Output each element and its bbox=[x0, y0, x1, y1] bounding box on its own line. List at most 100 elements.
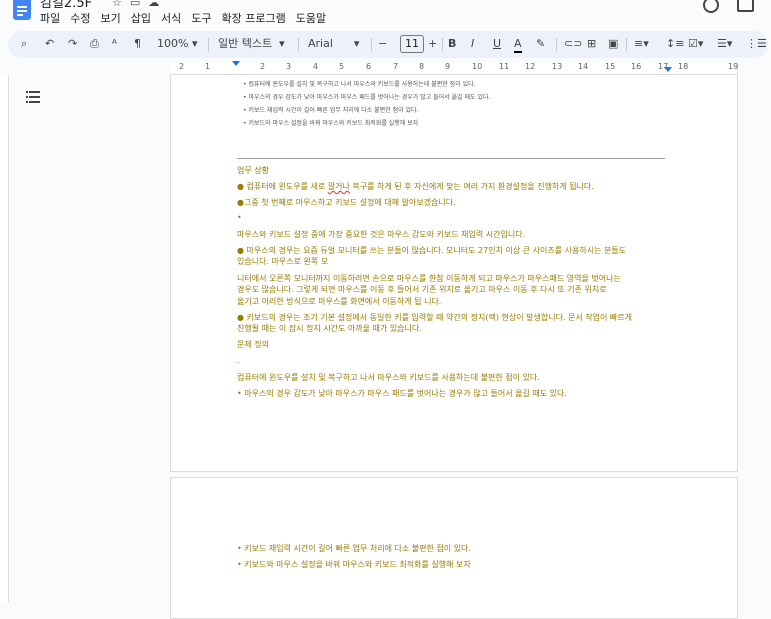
list-item-text: 컴퓨터에 윈도우를 설치 및 복구하고 나서 마우스와 키보드를 사용하는데 불… bbox=[248, 81, 476, 88]
menu-bar: 파일 수정 보기 삽입 서식 도구 확장 프로그램 도움말 bbox=[40, 10, 336, 26]
horizontal-ruler: 2 1 2 3 4 5 6 7 8 9 10 11 12 13 14 15 16… bbox=[170, 61, 739, 75]
font-value: Arial bbox=[308, 37, 333, 50]
decrease-font-size-button[interactable]: − bbox=[378, 37, 387, 51]
paragraph: ●그중 첫 번째로 마우스하고 키보드 설정에 대해 알아보겠습니다. bbox=[237, 198, 456, 207]
paragraph: ● 컴퓨터에 윈도우를 새로 깔거나 복구를 하게 된 후 자신에게 맞는 여러… bbox=[237, 181, 594, 192]
divider bbox=[298, 38, 299, 51]
menu-format[interactable]: 서식 bbox=[161, 12, 181, 25]
divider bbox=[208, 38, 209, 51]
paragraph: 경우도 많습니다. 그렇게 되면 마우스를 이동 후 들어서 기존 위치로 옮기… bbox=[237, 285, 607, 294]
divider bbox=[626, 38, 627, 51]
ruler-number: 16 bbox=[631, 62, 642, 71]
list-item-text: 마우스의 경우 감도가 낮아 마우스가 마우스 패드를 벗어나는 경우가 많고 … bbox=[248, 94, 491, 101]
style-value: 일반 텍스트 bbox=[218, 37, 273, 50]
paragraph: • 키보드 재입력 시간이 길어 빠른 업무 처리에 다소 불편한 점이 있다. bbox=[237, 544, 471, 553]
paragraph: ● 키보드의 경우는 조기 기본 설정에서 동일한 키를 입력할 때 약간의 정… bbox=[237, 313, 633, 322]
ruler-number: 12 bbox=[525, 62, 536, 71]
zoom-select[interactable]: 100% ▾ bbox=[157, 37, 197, 51]
paragraph: 옮기고 이러한 방식으로 마우스를 화면에서 이동하게 됩 니다. bbox=[237, 297, 442, 306]
link-icon[interactable]: ⊂⊃ bbox=[564, 37, 582, 51]
ruler-number: 14 bbox=[578, 62, 589, 71]
insert-image-icon[interactable]: ▣ bbox=[608, 37, 618, 51]
menu-edit[interactable]: 수정 bbox=[70, 12, 90, 25]
add-comment-icon[interactable]: ⊞ bbox=[587, 37, 596, 51]
ruler-number: 3 bbox=[286, 62, 292, 71]
italic-button[interactable]: I bbox=[471, 37, 474, 51]
divider bbox=[442, 38, 443, 51]
list-item: • 키보드 재입력 시간이 길어 빠른 업무 처리에 다소 불편한 점이 있다. bbox=[243, 107, 419, 114]
divider bbox=[556, 38, 557, 51]
ruler-number: 5 bbox=[339, 62, 345, 71]
list-item: • 컴퓨터에 윈도우를 설치 및 복구하고 나서 마우스와 키보드를 사용하는데… bbox=[243, 81, 476, 88]
checklist-icon[interactable]: ☑▾ bbox=[688, 37, 703, 51]
ruler-number: 10 bbox=[472, 62, 483, 71]
paragraph: 마우스와 키보드 설정 중에 가장 중요한 것은 마우스 감도와 키보드 재입력… bbox=[237, 230, 526, 239]
ruler-number: 8 bbox=[419, 62, 425, 71]
paint-format-icon[interactable]: ¶ bbox=[134, 37, 141, 51]
ruler-number: 9 bbox=[445, 62, 451, 71]
version-history-icon[interactable] bbox=[703, 0, 719, 13]
star-icon[interactable]: ☆ bbox=[112, 0, 130, 9]
search-icon[interactable]: ⌕ bbox=[21, 37, 27, 51]
font-size-input[interactable]: 11 bbox=[400, 35, 424, 53]
line-spacing-icon[interactable]: ↕≡ bbox=[666, 37, 684, 51]
first-line-indent-handle[interactable] bbox=[232, 61, 240, 66]
spellcheck-icon[interactable]: ᴬ bbox=[112, 37, 117, 51]
paragraph: 진행될 때는 이 잠시 정지 시간도 아까울 때가 있습니다. bbox=[237, 324, 422, 333]
ruler-number: 4 bbox=[313, 62, 319, 71]
print-icon[interactable]: ⎙ bbox=[90, 37, 99, 51]
comments-icon[interactable] bbox=[737, 0, 754, 12]
ruler-number: 6 bbox=[366, 62, 372, 71]
document-outline-icon[interactable] bbox=[26, 90, 40, 104]
underline-button[interactable]: U bbox=[493, 37, 501, 51]
undo-icon[interactable]: ↶ bbox=[45, 37, 54, 51]
paragraph: 니터에서 오른쪽 모니터까지 이동하려면 손으로 마우스를 한참 이동하게 되고… bbox=[237, 274, 621, 283]
ruler-number: 2 bbox=[260, 62, 266, 71]
ruler-number: 11 bbox=[499, 62, 510, 71]
ruler-number: 15 bbox=[605, 62, 616, 71]
list-item-text: 키보드 재입력 시간이 길어 빠른 업무 처리에 다소 불편한 점이 있다. bbox=[248, 107, 419, 114]
paragraph: ● 마우스의 경우는 요즘 듀얼 모니터를 쓰는 분들이 많습니다. 모니터도 … bbox=[237, 246, 627, 255]
heading-problem: 문제 정의 bbox=[237, 340, 269, 349]
menu-extensions[interactable]: 확장 프로그램 bbox=[222, 12, 286, 25]
cloud-status-icon: ☁ bbox=[148, 0, 168, 9]
move-folder-icon[interactable]: ▭ bbox=[130, 0, 148, 9]
paragraph-text: 복구를 하게 된 후 자신에게 맞는 여러 가지 환경설정을 진행하게 됩니다. bbox=[349, 182, 594, 191]
paragraph: • 키보드와 마우스 설정을 바꿔 마우스와 키보드 최적화를 실행해 보자 bbox=[237, 560, 471, 569]
vertical-scrollbar[interactable] bbox=[763, 75, 769, 602]
title-icons: ☆▭☁ bbox=[112, 0, 167, 9]
toolbar: ⌕ ↶ ↷ ⎙ ᴬ ¶ 100% ▾ 일반 텍스트 ▾ Arial ▾ − 11… bbox=[8, 31, 768, 58]
align-icon[interactable]: ≡▾ bbox=[634, 37, 649, 51]
menu-file[interactable]: 파일 bbox=[40, 12, 60, 25]
redo-icon[interactable]: ↷ bbox=[68, 37, 77, 51]
list-item: • 마우스의 경우 감도가 낮아 마우스가 마우스 패드를 벗어나는 경우가 많… bbox=[243, 94, 491, 101]
paragraph: 있습니다. 마우스로 왼쪽 모 bbox=[237, 257, 329, 266]
menu-insert[interactable]: 삽입 bbox=[131, 12, 151, 25]
zoom-value: 100% bbox=[157, 37, 189, 50]
paragraph: • bbox=[237, 213, 242, 222]
bulleted-list-icon[interactable]: ☰▾ bbox=[717, 37, 732, 51]
list-item-text: 키보드와 마우스 설정을 바꿔 마우스와 키보드 최적화를 실행해 보자 bbox=[248, 120, 419, 127]
paragraph: 컴퓨터에 윈도우를 설치 및 복구하고 나서 마우스와 키보드를 사용하는데 불… bbox=[237, 373, 540, 382]
menu-view[interactable]: 보기 bbox=[101, 12, 121, 25]
text-color-button[interactable]: A bbox=[514, 37, 522, 53]
vertical-ruler bbox=[0, 75, 9, 602]
ruler-number: 19 bbox=[728, 62, 739, 71]
bold-button[interactable]: B bbox=[448, 37, 456, 51]
paragraph: • 마우스의 경우 감도가 낮아 마우스가 마우스 패드를 벗어나는 경우가 많… bbox=[237, 389, 567, 398]
ruler-number: 7 bbox=[393, 62, 399, 71]
docs-logo-icon[interactable] bbox=[13, 0, 31, 20]
list-item: • 키보드와 마우스 설정을 바꿔 마우스와 키보드 최적화를 실행해 보자 bbox=[243, 120, 419, 127]
paragraph-text: ● 컴퓨터에 윈도우를 새로 bbox=[237, 182, 328, 191]
paragraph: . bbox=[237, 356, 240, 365]
spelling-error[interactable]: 깔거나 bbox=[328, 182, 350, 191]
font-select[interactable]: Arial ▾ bbox=[308, 37, 360, 51]
horizontal-line bbox=[237, 158, 665, 159]
increase-font-size-button[interactable]: + bbox=[428, 37, 437, 51]
menu-tools[interactable]: 도구 bbox=[191, 12, 211, 25]
numbered-list-icon[interactable]: ⋮☰ bbox=[746, 37, 767, 51]
highlight-icon[interactable]: ✎ bbox=[536, 37, 545, 51]
style-select[interactable]: 일반 텍스트 ▾ bbox=[218, 37, 288, 51]
heading-situation: 업무 상황 bbox=[237, 166, 269, 175]
menu-help[interactable]: 도움말 bbox=[296, 12, 326, 25]
